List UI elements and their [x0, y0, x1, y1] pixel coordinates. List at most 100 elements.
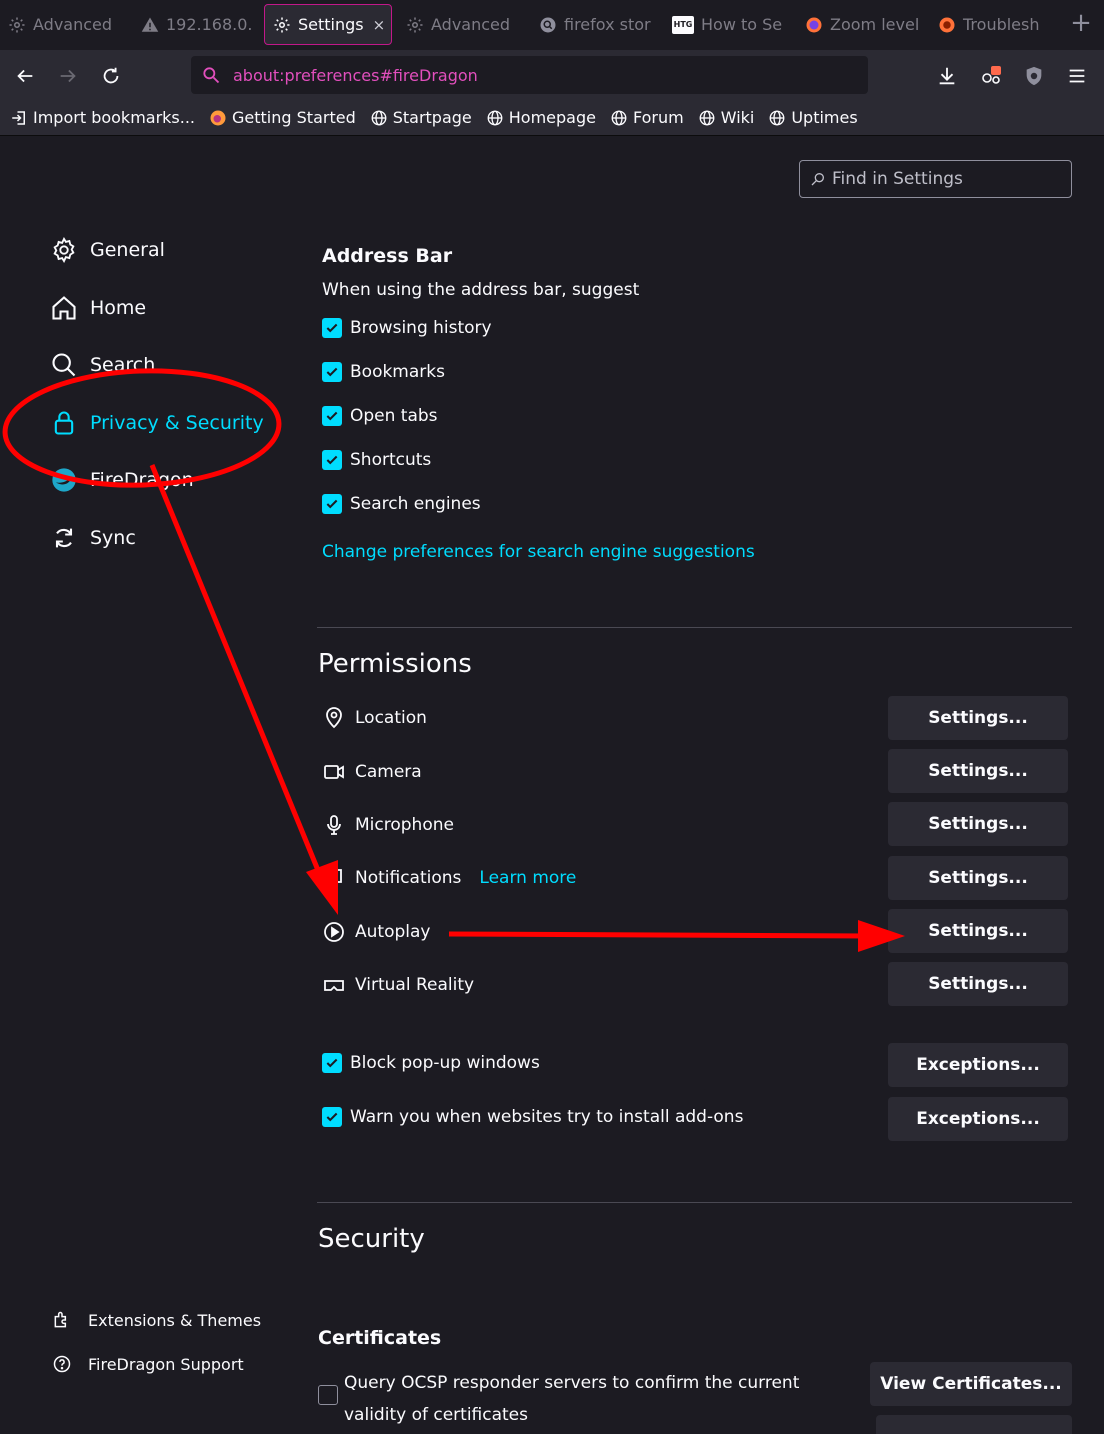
option-block-popups[interactable]: Block pop-up windows	[322, 1053, 540, 1073]
puzzle-icon	[54, 1311, 67, 1328]
option-label: Block pop-up windows	[350, 1053, 540, 1073]
category-privacy-security[interactable]: Privacy & Security	[50, 409, 264, 437]
extension-button[interactable]	[978, 62, 1006, 90]
permission-autoplay: Autoplay	[321, 919, 430, 945]
option-search-engines[interactable]: Search engines	[322, 494, 481, 514]
globe-icon	[611, 110, 627, 125]
bookmark-getting-started[interactable]: Getting Started	[209, 108, 356, 127]
tab-label: 192.168.0.	[166, 15, 253, 34]
warning-icon	[141, 16, 159, 34]
popup-exceptions-button[interactable]: Exceptions...	[888, 1043, 1068, 1087]
tab-advanced-1[interactable]: Advanced	[0, 4, 130, 45]
tab-how-to[interactable]: HTG How to Se	[664, 4, 792, 45]
option-shortcuts[interactable]: Shortcuts	[322, 450, 431, 470]
nav-bar: about:preferences#fireDragon	[0, 50, 1104, 100]
category-general[interactable]: General	[50, 236, 165, 264]
tab-advanced-2[interactable]: Advanced	[398, 4, 526, 45]
permissions-heading: Permissions	[318, 649, 472, 679]
tab-settings[interactable]: Settings ×	[264, 4, 392, 45]
ublock-button[interactable]	[1020, 62, 1048, 90]
tab-router[interactable]: 192.168.0.	[133, 4, 261, 45]
find-placeholder: Find in Settings	[832, 169, 963, 189]
tab-label: firefox stor	[564, 15, 651, 34]
tab-strip: Advanced 192.168.0. Settings × Advanced …	[0, 0, 1104, 50]
forward-button[interactable]	[54, 62, 82, 90]
category-label: Search	[90, 354, 156, 376]
location-settings-button[interactable]: Settings...	[888, 696, 1068, 740]
home-icon	[50, 294, 78, 322]
vr-settings-button[interactable]: Settings...	[888, 962, 1068, 1006]
check-icon	[326, 411, 338, 421]
new-tab-button[interactable]: +	[1068, 10, 1094, 38]
globe-icon	[371, 110, 387, 125]
option-open-tabs[interactable]: Open tabs	[322, 406, 438, 426]
permission-microphone: Microphone	[321, 812, 454, 838]
checkbox-checked[interactable]	[322, 362, 342, 382]
globe-icon	[699, 110, 715, 125]
tab-zoom-level[interactable]: Zoom level	[797, 4, 925, 45]
arrow-left-icon	[17, 69, 33, 83]
lock-icon	[50, 409, 78, 437]
option-browsing-history[interactable]: Browsing history	[322, 318, 492, 338]
notifications-settings-button[interactable]: Settings...	[888, 856, 1068, 900]
bookmark-startpage[interactable]: Startpage	[370, 108, 472, 127]
bookmark-uptimes[interactable]: Uptimes	[768, 108, 858, 127]
ocsp-checkbox[interactable]	[318, 1385, 338, 1405]
reload-button[interactable]	[97, 62, 125, 90]
url-bar[interactable]: about:preferences#fireDragon	[191, 56, 868, 94]
search-suggestions-link[interactable]: Change preferences for search engine sug…	[322, 542, 755, 562]
url-text[interactable]: about:preferences#fireDragon	[233, 66, 478, 85]
checkbox-checked[interactable]	[322, 450, 342, 470]
close-icon[interactable]: ×	[373, 16, 386, 34]
checkbox-checked[interactable]	[322, 494, 342, 514]
permission-label: Autoplay	[355, 922, 431, 942]
notification-icon	[321, 865, 347, 891]
check-icon	[326, 1112, 338, 1122]
security-devices-button[interactable]	[876, 1415, 1072, 1434]
bookmark-forum[interactable]: Forum	[610, 108, 684, 127]
checkbox-checked[interactable]	[322, 318, 342, 338]
bookmark-label: Uptimes	[791, 108, 858, 127]
location-icon	[321, 705, 347, 731]
category-sync[interactable]: Sync	[50, 524, 136, 552]
extensions-themes-link[interactable]: Extensions & Themes	[52, 1310, 261, 1330]
camera-settings-button[interactable]: Settings...	[888, 749, 1068, 793]
globe-icon	[769, 110, 785, 125]
addon-exceptions-button[interactable]: Exceptions...	[888, 1097, 1068, 1141]
checkbox-checked[interactable]	[322, 1053, 342, 1073]
checkbox-checked[interactable]	[322, 406, 342, 426]
permission-label: Notifications	[355, 868, 462, 888]
find-in-settings-input[interactable]: Find in Settings	[799, 160, 1072, 198]
notifications-learn-more-link[interactable]: Learn more	[479, 868, 576, 888]
bookmark-label: Startpage	[392, 108, 472, 127]
gear-icon	[273, 16, 291, 34]
option-warn-addons[interactable]: Warn you when websites try to install ad…	[322, 1107, 743, 1127]
autoplay-settings-button[interactable]: Settings...	[888, 909, 1068, 953]
category-search[interactable]: Search	[50, 351, 155, 379]
tab-troubleshooting[interactable]: Troublesh	[930, 4, 1058, 45]
bookmark-homepage[interactable]: Homepage	[486, 108, 596, 127]
microphone-settings-button[interactable]: Settings...	[888, 802, 1068, 846]
tab-firefox-store[interactable]: firefox stor	[531, 4, 659, 45]
check-icon	[326, 455, 338, 465]
menu-button[interactable]	[1063, 62, 1091, 90]
bookmark-wiki[interactable]: Wiki	[698, 108, 754, 127]
downloads-button[interactable]	[933, 62, 961, 90]
tab-label: Settings	[298, 15, 364, 34]
checkbox-checked[interactable]	[322, 1107, 342, 1127]
microphone-icon	[321, 812, 347, 838]
category-home[interactable]: Home	[50, 294, 146, 322]
view-certificates-button[interactable]: View Certificates...	[870, 1362, 1072, 1406]
bookmark-import[interactable]: Import bookmarks...	[10, 108, 195, 127]
footer-label: Extensions & Themes	[88, 1310, 262, 1330]
option-bookmarks[interactable]: Bookmarks	[322, 362, 445, 382]
bookmark-label: Homepage	[508, 108, 596, 127]
category-firedragon[interactable]: FireDragon	[50, 466, 194, 494]
back-button[interactable]	[11, 62, 39, 90]
option-label: Bookmarks	[350, 362, 445, 382]
firedragon-support-link[interactable]: FireDragon Support	[52, 1354, 244, 1374]
search-icon	[201, 65, 221, 85]
bookmark-label: Getting Started	[232, 108, 356, 127]
section-divider	[317, 1202, 1072, 1203]
category-label: FireDragon	[90, 469, 194, 491]
